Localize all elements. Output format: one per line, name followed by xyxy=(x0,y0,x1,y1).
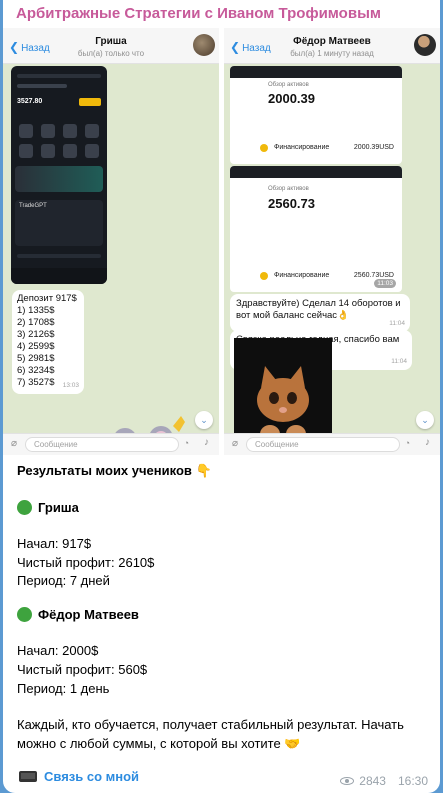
screenshot-tile xyxy=(41,124,55,138)
screenshot-row xyxy=(17,84,67,88)
exchange-app-screenshot: 3527.80 TradeGPT xyxy=(11,66,107,284)
screenshot-nav-bar xyxy=(11,268,107,284)
screenshot-row-label: Финансирование xyxy=(274,144,330,151)
post-meta: 2843 16:30 xyxy=(340,774,428,788)
post-heading: Результаты моих учеников 👇 xyxy=(17,463,212,478)
student-1-period: Период: 7 дней xyxy=(17,573,110,588)
message-line: 2) 1708$ xyxy=(17,317,55,328)
screenshot-balance: 3527.80 xyxy=(17,98,43,105)
summary-line-2: можно с любой суммы, с которой вы хотите… xyxy=(17,736,301,751)
eye-icon xyxy=(340,777,355,785)
screenshot-row xyxy=(17,254,101,258)
chat-header: ❮ Назад Фёдор Матвеев был(а) 1 минуту наз… xyxy=(224,28,440,64)
message-line: 6) 3234$ xyxy=(17,365,55,376)
screenshot-row-value: 2560.73USD xyxy=(353,272,394,279)
message-input: Сообщение xyxy=(246,437,400,452)
student-2-period: Период: 1 день xyxy=(17,681,110,696)
student-2-start: Начал: 2000$ xyxy=(17,643,99,658)
screenshot-row xyxy=(17,74,101,78)
screenshot-amount: 2560.73 xyxy=(268,196,315,211)
message-line: 5) 2981$ xyxy=(17,353,55,364)
coin-icon xyxy=(260,272,268,280)
chat-header: ❮ Назад Гриша был(а) только что xyxy=(3,28,219,64)
screenshot-tile xyxy=(63,144,77,158)
screenshot-top-bar xyxy=(230,66,402,78)
screenshot-tile xyxy=(85,144,99,158)
view-count: 2843 xyxy=(359,774,386,788)
asset-overview-screenshot-1: Обзор активов 2000.39 Финансирование 200… xyxy=(230,66,402,164)
screenshot-deposit-button xyxy=(79,98,101,106)
screenshot-tile xyxy=(19,124,33,138)
message-bubble: Здравствуйте) Сделал 14 оборотов и вот м… xyxy=(230,294,410,332)
message-input-bar: ⌀ Сообщение ◔ ♪ xyxy=(224,433,440,455)
contact-link[interactable]: Связь со мной xyxy=(44,769,139,784)
avatar xyxy=(414,34,436,56)
student-1-name: Гриша xyxy=(38,500,79,515)
attach-icon: ⌀ xyxy=(232,438,239,449)
message-time: 13:03 xyxy=(62,382,79,389)
scroll-down-button: ⌄ xyxy=(416,411,434,429)
green-circle-icon xyxy=(17,500,32,515)
screenshot-row-value: 2000.39USD xyxy=(353,144,394,151)
message-line: вот мой баланс сейчас👌 xyxy=(236,310,349,321)
chat-name: Фёдор Матвеев xyxy=(293,36,371,47)
screenshot-label: Обзор активов xyxy=(268,186,309,192)
message-input: Сообщение xyxy=(25,437,179,452)
screenshot-trade-panel: TradeGPT xyxy=(15,200,103,246)
post-time: 16:30 xyxy=(397,774,428,788)
image-time: 11:03 xyxy=(374,279,396,288)
message-time: 11:04 xyxy=(389,320,405,327)
avatar xyxy=(193,34,215,56)
chat-status: был(а) только что xyxy=(77,49,145,58)
channel-title[interactable]: Арбитражные Стратегии с Иваном Трофимовы… xyxy=(16,5,381,22)
channel-post-card: Арбитражные Стратегии с Иваном Трофимовы… xyxy=(3,0,440,793)
screenshot-top-bar xyxy=(230,166,402,178)
coin-icon xyxy=(260,144,268,152)
attach-icon: ⌀ xyxy=(11,438,18,449)
screenshot-tile xyxy=(63,124,77,138)
student-2-name: Фёдор Матвеев xyxy=(38,607,139,622)
laptop-icon xyxy=(19,771,37,782)
microphone-icon: ♪ xyxy=(204,437,209,448)
student-2-name-row: Фёдор Матвеев xyxy=(17,607,139,622)
message-line: 4) 2599$ xyxy=(17,341,55,352)
chat-status: был(а) 1 минуту назад xyxy=(290,49,374,58)
screenshot-amount: 2000.39 xyxy=(268,91,315,106)
chat-screenshot-grisha: ❮Назад Гриша был(а) только что 3527.80 xyxy=(3,28,219,455)
screenshot-tile xyxy=(19,144,33,158)
screenshot-trade-title: TradeGPT xyxy=(19,203,47,209)
message-line: Депозит 917$ xyxy=(17,293,77,304)
student-1-name-row: Гриша xyxy=(17,500,79,515)
chat-name: Гриша xyxy=(95,36,127,47)
summary-line-1: Каждый, кто обучается, получает стабильн… xyxy=(17,717,404,732)
asset-overview-screenshot-2: Обзор активов 2560.73 Финансирование 256… xyxy=(230,166,402,292)
message-input-bar: ⌀ Сообщение ◔ ♪ xyxy=(3,433,219,455)
student-1-profit: Чистый профит: 2610$ xyxy=(17,555,155,570)
chat-screenshot-fedor: ❮ Назад Фёдор Матвеев был(а) 1 минуту наз… xyxy=(224,28,440,455)
microphone-icon: ♪ xyxy=(425,437,430,448)
screenshot-tile xyxy=(85,124,99,138)
screenshot-tile xyxy=(41,144,55,158)
post-image-collage[interactable]: ❮Назад Гриша был(а) только что 3527.80 xyxy=(3,28,440,455)
message-line: 3) 2126$ xyxy=(17,329,55,340)
sticker-icon: ◔ xyxy=(404,438,410,448)
student-1-start: Начал: 917$ xyxy=(17,536,92,551)
message-time: 11:04 xyxy=(391,358,407,365)
screenshot-row-label: Финансирование xyxy=(274,272,330,279)
message-line: Здравствуйте) Сделал 14 оборотов и xyxy=(236,298,401,309)
message-line: 1) 1335$ xyxy=(17,305,55,316)
screenshot-promo-banner xyxy=(15,166,103,192)
student-2-profit: Чистый профит: 560$ xyxy=(17,662,148,677)
sticker-icon: ◔ xyxy=(183,438,189,448)
deposit-message-bubble: Депозит 917$ 1) 1335$ 2) 1708$ 3) 2126$ … xyxy=(12,290,84,394)
scroll-down-button: ⌄ xyxy=(195,411,213,429)
contact-link-row: Связь со мной xyxy=(19,769,139,784)
screenshot-label: Обзор активов xyxy=(268,82,309,88)
green-circle-icon xyxy=(17,607,32,622)
